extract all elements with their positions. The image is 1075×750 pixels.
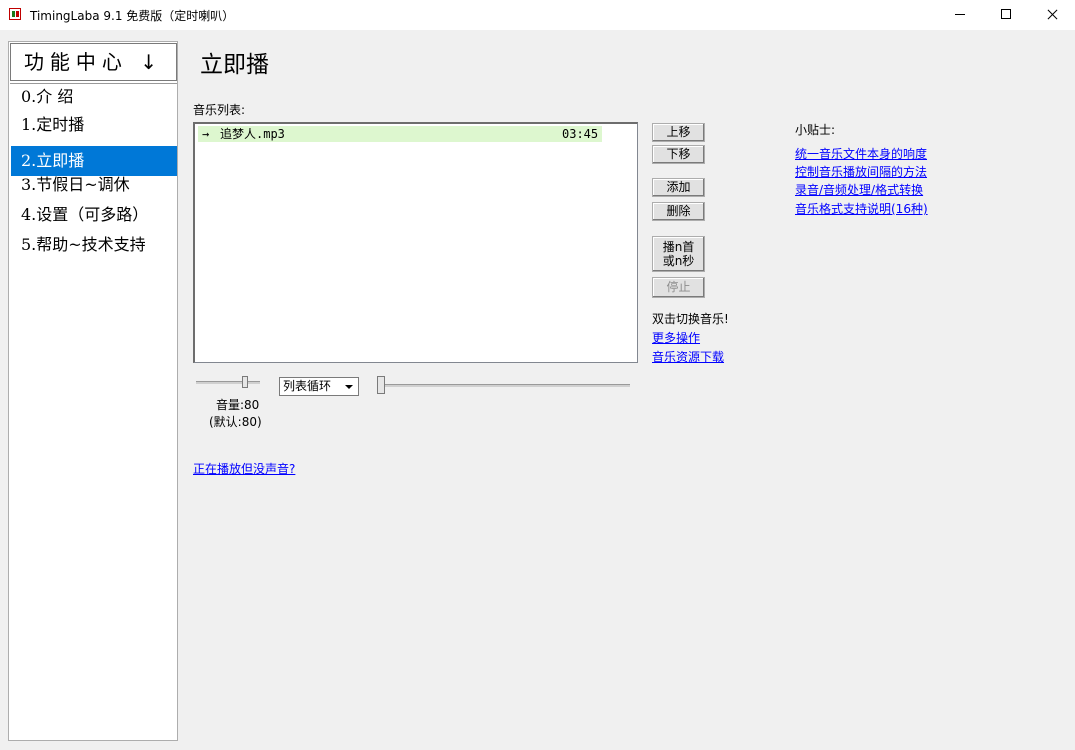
move-down-button[interactable]: 下移 xyxy=(652,145,705,164)
window-title: TimingLaba 9.1 免费版（定时喇叭） xyxy=(30,9,235,23)
add-button[interactable]: 添加 xyxy=(652,178,705,197)
title-bar: TimingLaba 9.1 免费版（定时喇叭） xyxy=(0,0,1075,30)
close-button[interactable] xyxy=(1029,0,1075,30)
play-n-button[interactable]: 播n首 或n秒 xyxy=(652,236,705,272)
play-mode-value: 列表循环 xyxy=(283,379,332,393)
tips-label: 小贴士: xyxy=(795,123,836,137)
playing-arrow-icon: → xyxy=(202,127,210,141)
tip-link-loudness[interactable]: 统一音乐文件本身的响度 xyxy=(795,145,927,162)
function-center-header[interactable]: 功能中心 ↓ xyxy=(10,43,177,81)
tip-link-interval[interactable]: 控制音乐播放间隔的方法 xyxy=(795,163,927,180)
minimize-button[interactable] xyxy=(937,0,983,30)
volume-slider-track[interactable] xyxy=(196,381,260,384)
maximize-button[interactable] xyxy=(983,0,1029,30)
nav-item-holidays[interactable]: 3.节假日~调休 xyxy=(11,170,177,200)
tip-link-recording[interactable]: 录音/音频处理/格式转换 xyxy=(795,181,923,198)
nav-item-intro[interactable]: 0.介 绍 xyxy=(11,82,177,112)
progress-slider-thumb[interactable] xyxy=(377,376,385,394)
list-item[interactable]: → 追梦人.mp3 03:45 xyxy=(198,126,602,142)
music-download-link[interactable]: 音乐资源下载 xyxy=(652,348,724,365)
volume-slider-thumb[interactable] xyxy=(242,376,248,388)
music-list[interactable]: → 追梦人.mp3 03:45 xyxy=(193,122,638,363)
double-click-hint: 双击切换音乐! xyxy=(652,312,729,326)
stop-button[interactable]: 停止 xyxy=(652,277,705,298)
nav-item-help[interactable]: 5.帮助~技术支持 xyxy=(11,230,177,260)
play-n-label-line1: 播n首 xyxy=(662,240,695,254)
delete-button[interactable]: 删除 xyxy=(652,202,705,221)
play-n-label-line2: 或n秒 xyxy=(662,254,695,268)
tip-link-formats[interactable]: 音乐格式支持说明(16种) xyxy=(795,200,928,217)
chevron-down-icon[interactable] xyxy=(342,379,356,394)
more-actions-link[interactable]: 更多操作 xyxy=(652,329,700,346)
volume-default-label: (默认:80) xyxy=(209,415,262,429)
track-duration: 03:45 xyxy=(562,127,599,141)
no-sound-help-link[interactable]: 正在播放但没声音? xyxy=(193,460,295,477)
play-mode-select[interactable]: 列表循环 xyxy=(279,377,359,396)
move-up-button[interactable]: 上移 xyxy=(652,123,705,142)
track-name: 追梦人.mp3 xyxy=(220,127,285,141)
page-title: 立即播 xyxy=(200,52,269,78)
nav-item-settings[interactable]: 4.设置（可多路） xyxy=(11,200,177,230)
app-icon xyxy=(9,8,21,20)
music-list-label: 音乐列表: xyxy=(193,103,246,117)
progress-slider-track[interactable] xyxy=(380,384,630,387)
volume-label: 音量:80 xyxy=(216,398,260,412)
nav-item-scheduled-play[interactable]: 1.定时播 xyxy=(11,110,177,140)
